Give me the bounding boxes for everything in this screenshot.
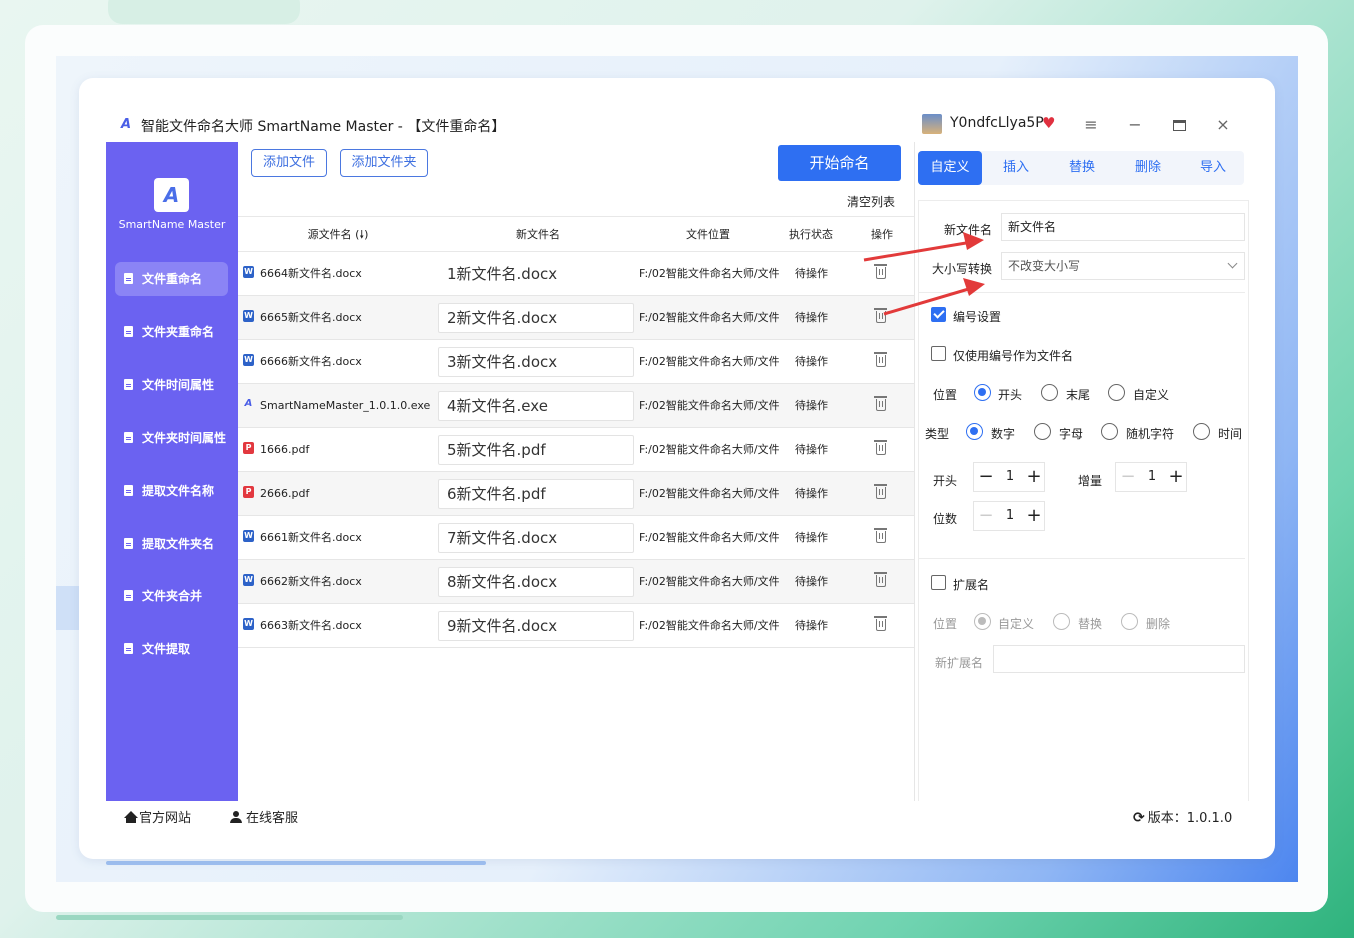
arrow-to-new-name bbox=[863, 232, 984, 262]
refresh-icon: ⟳ bbox=[1133, 810, 1145, 826]
official-website-link[interactable]: 官方网站 bbox=[124, 807, 191, 826]
online-support-link[interactable]: 在线客服 bbox=[230, 807, 298, 826]
version-info[interactable]: ⟳ 版本：1.0.1.0 bbox=[1133, 807, 1232, 826]
background-tab bbox=[56, 586, 80, 630]
home-icon bbox=[124, 811, 138, 823]
arrow-to-case bbox=[883, 278, 985, 316]
annotation-arrows bbox=[863, 232, 985, 316]
support-icon bbox=[230, 811, 242, 823]
background-line bbox=[56, 915, 403, 920]
background-pill bbox=[108, 0, 300, 24]
app-window: A 智能文件命名大师 SmartName Master - 【文件重命名】 Y0… bbox=[79, 78, 1275, 859]
window-scrollbar bbox=[106, 861, 486, 865]
